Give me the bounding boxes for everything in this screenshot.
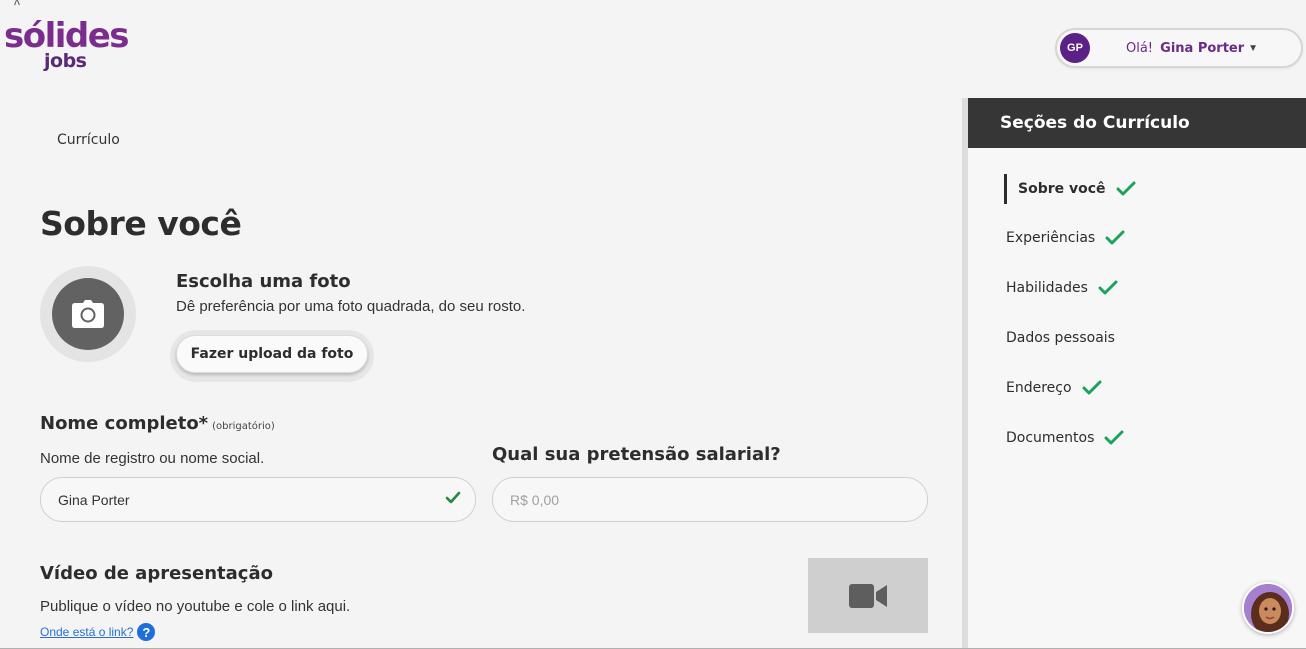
video-preview-placeholder	[808, 558, 928, 633]
video-title: Vídeo de apresentação	[40, 563, 273, 584]
user-menu[interactable]: GP Olá! Gina Porter ▼	[1055, 28, 1303, 68]
logo-main-text: sólides	[4, 16, 130, 56]
full-name-title: Nome completo*	[40, 413, 209, 434]
breadcrumb[interactable]: Currículo	[57, 132, 120, 148]
logo-sub-text: jobs	[44, 50, 87, 72]
user-name: Gina Porter	[1160, 40, 1245, 56]
check-icon	[1104, 430, 1124, 445]
sidebar-item-endereco[interactable]: Endereço	[1006, 380, 1102, 396]
sidebar-item-label: Habilidades	[1006, 280, 1088, 296]
photo-title: Escolha uma foto	[176, 271, 351, 292]
upload-photo-button[interactable]: Fazer upload da foto	[176, 335, 368, 373]
cursor-icon: ʎ	[14, 0, 20, 8]
video-camera-icon	[849, 583, 887, 608]
sidebar-title: Seções do Currículo	[968, 98, 1306, 148]
video-description: Publique o vídeo no youtube e cole o lin…	[40, 598, 351, 615]
user-avatar: GP	[1060, 33, 1090, 63]
check-icon	[1116, 181, 1136, 196]
camera-icon	[72, 300, 104, 328]
video-help-link-text: Onde está o link?	[40, 625, 134, 639]
sidebar-item-label: Endereço	[1006, 380, 1072, 396]
sidebar-item-habilidades[interactable]: Habilidades	[1006, 280, 1118, 296]
sidebar-item-label: Experiências	[1006, 230, 1096, 246]
salary-label: Qual sua pretensão salarial?	[492, 444, 781, 465]
check-icon	[1105, 230, 1125, 245]
sidebar-item-documentos[interactable]: Documentos	[1006, 430, 1124, 446]
sidebar-item-experiencias[interactable]: Experiências	[1006, 230, 1125, 246]
sidebar-item-sobre-voce[interactable]: Sobre você	[1004, 174, 1136, 204]
salary-input[interactable]: R$ 0,00	[492, 477, 928, 522]
page-title: Sobre você	[40, 204, 242, 243]
assistant-chat-avatar[interactable]	[1242, 582, 1294, 634]
check-icon	[1082, 380, 1102, 395]
user-greeting: Olá! Gina Porter	[1126, 41, 1244, 56]
full-name-value: Gina Porter	[58, 491, 130, 508]
solides-jobs-logo[interactable]: sólides jobs	[4, 18, 134, 78]
required-note: (obrigatório)	[212, 421, 275, 432]
resume-sections-sidebar: Seções do Currículo Sobre você Experiênc…	[968, 98, 1306, 649]
sidebar-item-dados-pessoais[interactable]: Dados pessoais	[1006, 330, 1115, 346]
photo-description: Dê preferência por uma foto quadrada, do…	[176, 298, 526, 315]
salary-placeholder: R$ 0,00	[510, 491, 560, 508]
check-icon	[1098, 280, 1118, 295]
caret-down-icon: ▼	[1248, 42, 1259, 54]
full-name-label: Nome completo* (obrigatório)	[40, 413, 275, 434]
sidebar-item-label: Documentos	[1006, 430, 1095, 446]
sidebar-item-label: Dados pessoais	[1006, 330, 1115, 346]
profile-photo-placeholder[interactable]	[40, 266, 136, 362]
full-name-description: Nome de registro ou nome social.	[40, 450, 265, 467]
sidebar-item-label: Sobre você	[1018, 181, 1106, 197]
greeting-text: Olá!	[1126, 40, 1154, 56]
question-icon[interactable]: ?	[137, 623, 156, 641]
valid-check-icon	[445, 491, 461, 504]
video-help-link[interactable]: Onde está o link? ?	[40, 623, 156, 641]
full-name-input[interactable]: Gina Porter	[40, 477, 476, 522]
